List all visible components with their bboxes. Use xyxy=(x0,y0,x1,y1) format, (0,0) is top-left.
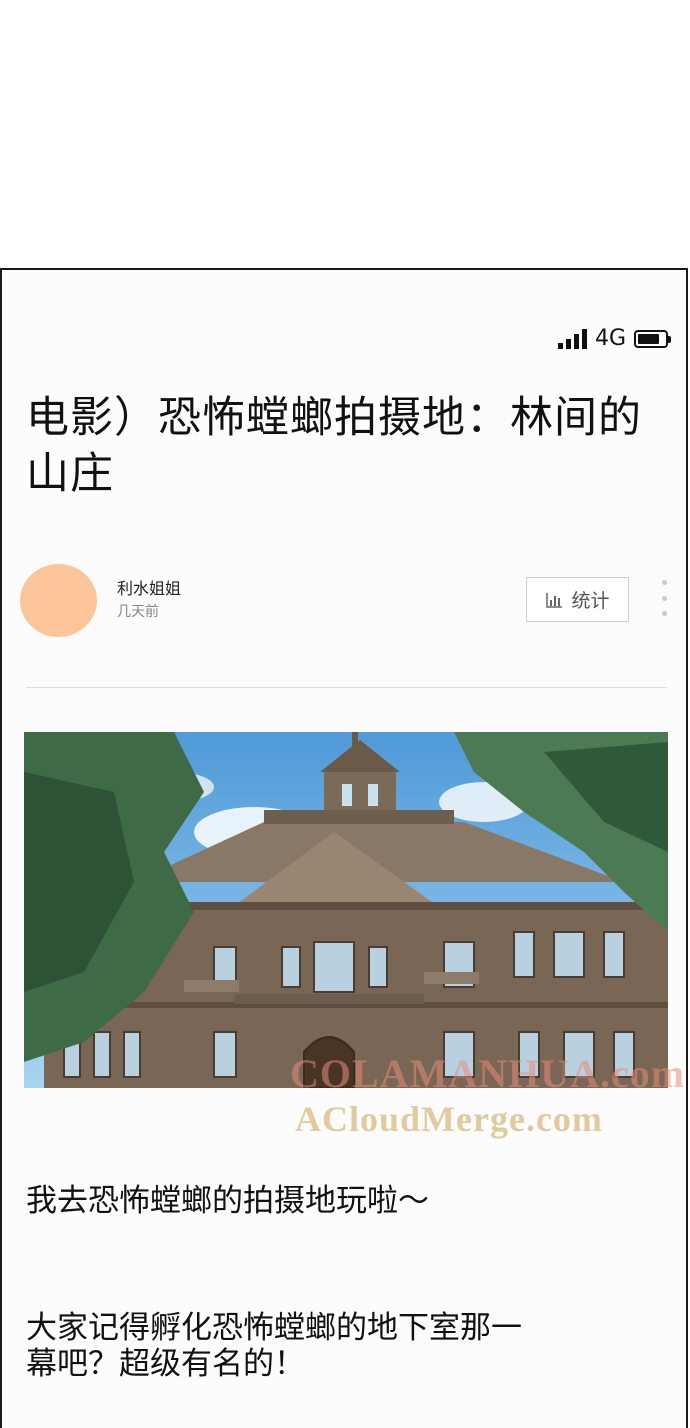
battery-icon xyxy=(634,330,671,348)
status-bar: 4G xyxy=(557,326,671,352)
post-title: 电影）恐怖螳螂拍摄地：林间的山庄 xyxy=(26,393,642,499)
post-paragraph: 我去恐怖螳螂的拍摄地玩啦～ xyxy=(26,1183,429,1219)
post-time: 几天前 xyxy=(117,604,159,620)
bar-chart-icon xyxy=(546,592,563,608)
divider xyxy=(26,687,667,688)
hero-image[interactable] xyxy=(24,732,668,1088)
avatar[interactable] xyxy=(20,564,97,637)
vertical-dots-icon xyxy=(661,580,667,585)
network-type: 4G xyxy=(594,326,626,351)
more-options-button[interactable] xyxy=(656,580,672,616)
signal-icon xyxy=(557,329,587,349)
phone-screen-frame: 4G 电影）恐怖螳螂拍摄地：林间的山庄 利水姐姐 几天前 统计 我去恐怖螳螂的拍… xyxy=(0,268,688,1428)
stats-button-label: 统计 xyxy=(571,590,610,612)
author-name[interactable]: 利水姐姐 xyxy=(117,575,181,599)
post-paragraph: 大家记得孵化恐怖螳螂的地下室那一幕吧？超级有名的！ xyxy=(26,1310,522,1382)
stats-button[interactable]: 统计 xyxy=(526,577,629,622)
